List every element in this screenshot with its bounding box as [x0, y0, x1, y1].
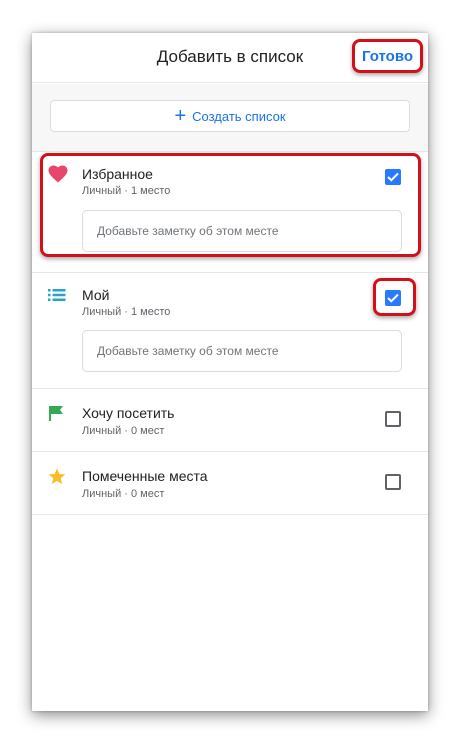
plus-icon: +: [174, 105, 187, 127]
list-item-starred[interactable]: Помеченные места Личный · 0 мест: [32, 453, 428, 515]
check-icon: [387, 172, 399, 182]
favorites-checkbox[interactable]: [385, 169, 401, 185]
star-icon: [48, 468, 68, 486]
list-title: Избранное: [82, 166, 153, 182]
list-item-favorites[interactable]: Избранное Личный · 1 место Добавьте заме…: [32, 153, 428, 273]
check-icon: [387, 293, 399, 303]
want-to-go-checkbox[interactable]: [385, 411, 401, 427]
list-subtitle: Личный · 0 мест: [82, 488, 165, 500]
list-title: Помеченные места: [82, 468, 208, 484]
flag-icon: [48, 405, 68, 423]
add-to-list-screen: Добавить в список Готово + Создать списо…: [32, 33, 428, 711]
starred-checkbox[interactable]: [385, 474, 401, 490]
list-subtitle: Личный · 1 место: [82, 185, 171, 197]
list-title: Хочу посетить: [82, 405, 175, 421]
list-title: Мой: [82, 287, 110, 303]
create-list-button[interactable]: + Создать список: [50, 100, 410, 132]
list-item-want-to-go[interactable]: Хочу посетить Личный · 0 мест: [32, 390, 428, 452]
heart-icon: [48, 165, 68, 183]
note-input-my[interactable]: Добавьте заметку об этом месте: [82, 330, 402, 372]
list-icon: [48, 288, 68, 306]
note-input-favorites[interactable]: Добавьте заметку об этом месте: [82, 210, 402, 252]
list-item-my[interactable]: Мой Личный · 1 место Добавьте заметку об…: [32, 274, 428, 389]
list-subtitle: Личный · 1 место: [82, 306, 171, 318]
list-subtitle: Личный · 0 мест: [82, 425, 165, 437]
header-bar: Добавить в список Готово: [32, 33, 428, 83]
create-list-section: + Создать список: [32, 84, 428, 152]
done-button[interactable]: Готово: [352, 39, 423, 73]
create-list-label: Создать список: [192, 108, 286, 124]
my-list-checkbox[interactable]: [385, 290, 401, 306]
